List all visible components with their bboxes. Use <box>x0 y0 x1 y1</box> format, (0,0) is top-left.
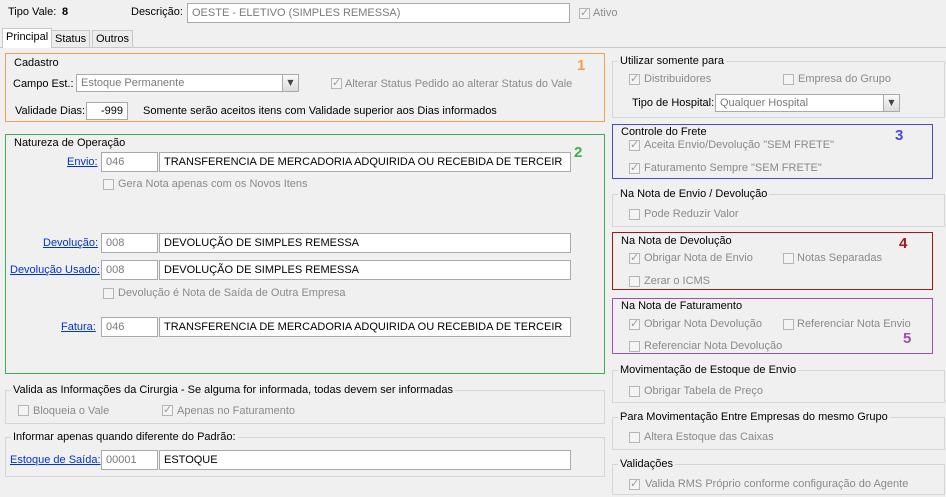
chevron-down-icon: ▼ <box>287 78 294 87</box>
campo-est-label: Campo Est.: <box>13 78 74 90</box>
tab-principal[interactable]: Principal <box>2 28 53 48</box>
obrigar-envio-checkbox[interactable] <box>629 251 640 264</box>
obrigar-tabela-label: Obrigar Tabela de Preço <box>644 385 764 397</box>
faturamento-frete-checkbox[interactable] <box>629 161 640 174</box>
campo-est-dropdown-button[interactable]: ▼ <box>282 75 298 91</box>
referenciar-devolucao-checkbox[interactable] <box>629 341 640 352</box>
alterar-status-checkbox[interactable] <box>331 76 342 89</box>
envio-desc-field: TRANSFERENCIA DE MERCADORIA ADQUIRIDA OU… <box>159 152 571 172</box>
validade-label: Validade Dias: <box>15 105 86 117</box>
distribuidores-checkbox[interactable] <box>629 72 640 85</box>
zerar-icms-checkbox[interactable] <box>629 276 640 287</box>
zerar-icms-label: Zerar o ICMS <box>644 275 711 287</box>
valida-rms-label: Valida RMS Próprio conforme configuração… <box>645 478 909 490</box>
tab-status[interactable]: Status <box>51 30 91 47</box>
descricao-label: Descrição: <box>131 6 183 18</box>
obrigar-devolucao-checkbox[interactable] <box>629 317 640 330</box>
obrigar-devolucao-label: Obrigar Nota Devolução <box>644 318 763 330</box>
gera-nota-checkbox[interactable] <box>103 179 114 190</box>
referenciar-envio-label: Referenciar Nota Envio <box>797 318 911 330</box>
aceita-frete-label: Aceita Envio/Devolução "SEM FRETE" <box>644 139 834 151</box>
envio-link[interactable]: Envio: <box>67 155 98 169</box>
altera-caixas-checkbox[interactable] <box>629 432 640 443</box>
descricao-field[interactable]: OESTE - ELETIVO (SIMPLES REMESSA) <box>187 3 570 23</box>
tipo-vale-value: 8 <box>62 6 69 18</box>
fatura-link[interactable]: Fatura: <box>61 320 96 334</box>
marker-3: 3 <box>895 127 904 144</box>
gera-nota-label: Gera Nota apenas com os Novos Itens <box>118 178 308 190</box>
nota-devolucao-title: Na Nota de Devolução <box>621 235 732 247</box>
devolucao-code-field[interactable]: 008 <box>101 233 158 253</box>
envio-code-field[interactable]: 046 <box>101 152 158 172</box>
mov-estoque-title: Movimentação de Estoque de Envio <box>618 363 799 377</box>
empresa-grupo-checkbox[interactable] <box>783 74 794 85</box>
tab-outros[interactable]: Outros <box>92 30 134 47</box>
tipo-hospital-dropdown-button[interactable]: ▼ <box>883 95 899 111</box>
tab-strip-divider <box>0 47 946 48</box>
faturamento-frete-label: Faturamento Sempre "SEM FRETE" <box>644 162 822 174</box>
frete-title: Controle do Frete <box>621 126 707 138</box>
pode-reduzir-checkbox[interactable] <box>629 209 640 220</box>
devolucao-link[interactable]: Devolução: <box>43 236 98 250</box>
apenas-faturamento-label: Apenas no Faturamento <box>177 405 296 417</box>
utilizar-title: Utilizar somente para <box>618 54 726 68</box>
validacoes-title: Validações <box>618 457 675 471</box>
cadastro-title: Cadastro <box>14 57 59 69</box>
marker-2: 2 <box>574 144 583 161</box>
tipo-hospital-value: Qualquer Hospital <box>720 97 809 109</box>
tipo-vale-label: Tipo Vale: <box>8 6 57 18</box>
tipo-hospital-select[interactable]: Qualquer Hospital ▼ <box>715 94 900 112</box>
campo-est-value: Estoque Permanente <box>81 77 185 89</box>
campo-est-select[interactable]: Estoque Permanente ▼ <box>76 74 299 92</box>
padrao-title: Informar apenas quando diferente do Padr… <box>11 430 238 444</box>
pode-reduzir-label: Pode Reduzir Valor <box>644 208 739 220</box>
mov-empresas-title: Para Movimentação Entre Empresas do mesm… <box>618 410 890 424</box>
marker-5: 5 <box>903 330 912 347</box>
cirurgia-title: Valida as Informações da Cirurgia - Se a… <box>11 383 456 397</box>
devolucao-saida-label: Devolução é Nota de Saída de Outra Empre… <box>118 287 346 299</box>
tipo-hospital-label: Tipo de Hospital: <box>632 97 715 109</box>
aceita-frete-checkbox[interactable] <box>629 138 640 151</box>
ativo-label: Ativo <box>593 7 618 19</box>
bloqueia-checkbox[interactable] <box>18 405 29 416</box>
chevron-down-icon: ▼ <box>888 98 895 107</box>
nota-faturamento-title: Na Nota de Faturamento <box>621 300 743 312</box>
notas-separadas-label: Notas Separadas <box>797 252 882 264</box>
estoque-saida-desc-field: ESTOQUE <box>159 450 571 470</box>
devolucao-usado-code-field[interactable]: 008 <box>101 260 158 280</box>
fatura-desc-field: TRANSFERENCIA DE MERCADORIA ADQUIRIDA OU… <box>159 317 571 337</box>
referenciar-envio-checkbox[interactable] <box>783 319 794 330</box>
marker-1: 1 <box>577 57 586 74</box>
obrigar-tabela-checkbox[interactable] <box>629 386 640 397</box>
devolucao-desc-field: DEVOLUÇÃO DE SIMPLES REMESSA <box>159 233 571 253</box>
obrigar-envio-label: Obrigar Nota de Envio <box>644 252 753 264</box>
bloqueia-label: Bloqueia o Vale <box>33 405 110 417</box>
alterar-status-label: Alterar Status Pedido ao alterar Status … <box>345 78 573 90</box>
devolucao-usado-link[interactable]: Devolução Usado: <box>10 263 100 277</box>
altera-caixas-label: Altera Estoque das Caixas <box>644 431 774 443</box>
marker-4: 4 <box>899 235 908 252</box>
distribuidores-label: Distribuidores <box>644 73 712 85</box>
validade-note: Somente serão aceitos itens com Validade… <box>143 105 497 117</box>
valida-rms-checkbox[interactable] <box>629 477 640 490</box>
apenas-faturamento-checkbox[interactable] <box>162 403 173 416</box>
referenciar-devolucao-label: Referenciar Nota Devolução <box>644 340 783 352</box>
fatura-code-field[interactable]: 046 <box>101 317 158 337</box>
nota-envio-title: Na Nota de Envio / Devolução <box>618 187 770 201</box>
natureza-title: Natureza de Operação <box>14 137 126 149</box>
estoque-saida-link[interactable]: Estoque de Saída: <box>10 453 101 467</box>
empresa-grupo-label: Empresa do Grupo <box>798 73 891 85</box>
devolucao-usado-desc-field: DEVOLUÇÃO DE SIMPLES REMESSA <box>159 260 571 280</box>
ativo-checkbox[interactable] <box>579 6 590 19</box>
validade-field[interactable]: -999 <box>86 102 128 120</box>
devolucao-saida-checkbox[interactable] <box>103 288 114 299</box>
notas-separadas-checkbox[interactable] <box>783 253 794 264</box>
estoque-saida-code-field[interactable]: 00001 <box>101 450 158 470</box>
